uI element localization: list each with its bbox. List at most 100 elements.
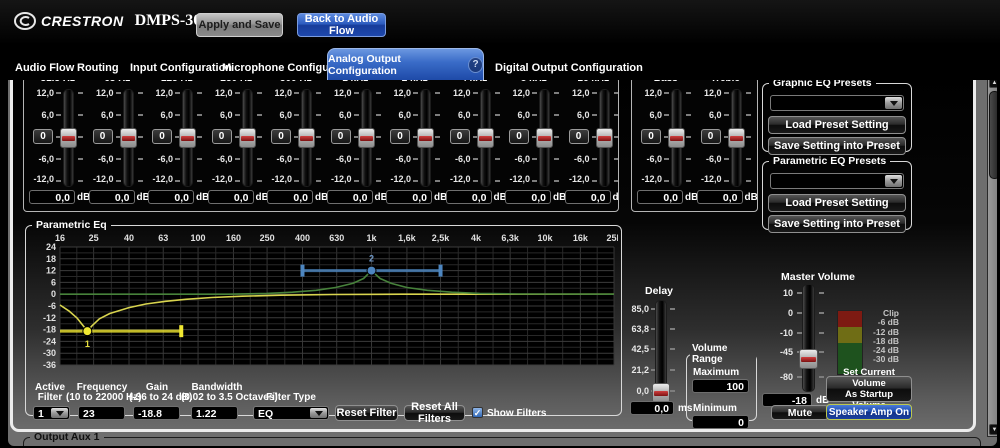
minimum-input[interactable]: 0: [692, 415, 749, 429]
eq-value-box[interactable]: 0,0: [148, 190, 194, 204]
eq-slider-thumb[interactable]: [357, 128, 375, 148]
eq-zero-button[interactable]: 0: [33, 129, 53, 144]
delay-slider-track[interactable]: [652, 301, 670, 403]
eq-slider-thumb[interactable]: [476, 128, 494, 148]
scrollbar-thumb[interactable]: [989, 91, 997, 179]
bandwidth-input[interactable]: 1.22: [191, 406, 238, 420]
parametric-eq-preset-dropdown[interactable]: [770, 173, 904, 189]
delay-tick-label: 0,0: [636, 386, 649, 396]
dropdown-arrow-icon[interactable]: [51, 408, 68, 418]
eq-zero-button[interactable]: 0: [390, 129, 410, 144]
tab-routing[interactable]: Routing: [77, 62, 119, 74]
tone-slider-thumb[interactable]: [727, 128, 745, 148]
tab-audio-flow[interactable]: Audio Flow: [15, 62, 74, 74]
eq-value-box[interactable]: 0,0: [564, 190, 611, 204]
tick-marks: [56, 92, 61, 94]
dropdown-arrow-icon[interactable]: [885, 175, 902, 187]
eq-slider-track[interactable]: [179, 90, 196, 186]
eq-value-box[interactable]: 0,0: [505, 190, 551, 204]
scrollbar-down-icon[interactable]: ▼: [989, 424, 997, 435]
parametric-eq-chart[interactable]: 16 25 40 63 100 160 250 400 630 1k 1,6k 2,5k 4k 6,3k 1…: [30, 231, 623, 373]
eq-band-frequency-label: 31.5 Hz: [28, 80, 88, 84]
vertical-scrollbar[interactable]: ▲ ▼: [987, 80, 997, 437]
tick-marks: [591, 92, 597, 94]
save-setting-into-preset-button[interactable]: Save Setting into Preset: [768, 137, 906, 155]
eq-zero-button[interactable]: 0: [271, 129, 291, 144]
eq-zero-button[interactable]: 0: [211, 129, 232, 144]
save-setting-into-preset-button[interactable]: Save Setting into Preset: [768, 215, 906, 233]
scale-plus6-label: 6,0: [100, 110, 114, 120]
eq-zero-button[interactable]: 0: [700, 129, 721, 144]
load-preset-setting-button[interactable]: Load Preset Setting: [768, 116, 906, 134]
show-filters-checkbox[interactable]: ✓: [472, 407, 483, 418]
eq-value-box[interactable]: 0,0: [326, 190, 373, 204]
eq-zero-button[interactable]: 0: [509, 129, 529, 144]
eq-slider-track[interactable]: [119, 90, 137, 186]
set-startup-volume-button[interactable]: Set Current Volume As Startup Volume: [826, 367, 912, 411]
master-volume-slider-thumb[interactable]: [799, 349, 818, 369]
eq-zero-button[interactable]: 0: [449, 129, 470, 144]
reset-filter-button[interactable]: Reset Filter: [335, 405, 398, 421]
eq-slider-thumb[interactable]: [298, 128, 315, 148]
tone-slider-thumb[interactable]: [668, 128, 685, 148]
tab-input-configuration[interactable]: Input Configuration: [130, 62, 232, 74]
tab-digital-output-configuration[interactable]: Digital Output Configuration: [495, 62, 643, 74]
eq-value-box[interactable]: 0,0: [207, 190, 254, 204]
active-filter-dropdown[interactable]: 1: [33, 406, 70, 420]
eq-slider-thumb[interactable]: [536, 128, 553, 148]
eq-zero-button[interactable]: 0: [568, 129, 589, 144]
help-icon[interactable]: ?: [468, 56, 483, 73]
back-to-audio-flow-button[interactable]: Back to Audio Flow: [297, 13, 386, 37]
eq-value-box[interactable]: 0,0: [267, 190, 313, 204]
eq-band-frequency-label: 1 kHz: [326, 80, 386, 84]
eq-slider-thumb[interactable]: [595, 128, 613, 148]
eq-value-box[interactable]: 0,0: [386, 190, 432, 204]
mute-button[interactable]: Mute: [771, 405, 829, 420]
dropdown-arrow-icon[interactable]: [885, 97, 902, 109]
eq-zero-button[interactable]: 0: [330, 129, 351, 144]
eq-value-box[interactable]: 0,0: [29, 190, 75, 204]
tone-value-box[interactable]: 0,0: [637, 190, 683, 204]
reset-all-filters-button[interactable]: Reset All Filters: [404, 401, 465, 425]
eq-band: 2 kHz 12,0 6,0 0 -6,0 -12,0: [385, 80, 447, 211]
eq-slider-thumb[interactable]: [179, 128, 196, 148]
apply-and-save-button[interactable]: Apply and Save: [196, 13, 283, 37]
eq-zero-button[interactable]: 0: [92, 129, 113, 144]
master-volume-slider-track[interactable]: [799, 285, 818, 391]
eq-band-frequency-label: 4 kHz: [445, 80, 505, 84]
tone-value-box[interactable]: 0,0: [696, 190, 743, 204]
eq-slider-thumb[interactable]: [238, 128, 256, 148]
eq-slider-track[interactable]: [476, 90, 494, 186]
eq-zero-button[interactable]: 0: [152, 129, 172, 144]
tone-slider-track[interactable]: [668, 90, 685, 186]
eq-value-box[interactable]: 0,0: [88, 190, 135, 204]
filter-type-dropdown[interactable]: EQ: [253, 406, 329, 420]
tone-slider-track[interactable]: [727, 90, 745, 186]
delay-slider-thumb[interactable]: [652, 383, 670, 403]
eq-slider-track[interactable]: [357, 90, 375, 186]
scale-minus12-label: -12,0: [390, 174, 411, 184]
eq-slider-thumb[interactable]: [119, 128, 137, 148]
eq-slider-thumb[interactable]: [417, 128, 434, 148]
eq-zero-button[interactable]: 0: [641, 129, 661, 144]
delay-value-box[interactable]: 0,0: [630, 401, 674, 415]
eq-slider-track[interactable]: [595, 90, 613, 186]
scrollbar-up-icon[interactable]: ▲: [989, 80, 997, 88]
eq-slider-thumb[interactable]: [60, 128, 77, 148]
tab-analog-output-configuration[interactable]: Analog Output Configuration ?: [327, 48, 484, 80]
eq-value-box[interactable]: 0,0: [445, 190, 492, 204]
maximum-input[interactable]: 100: [692, 379, 749, 393]
output-program-group: 31.5 Hz 12,0 6,0 0 -6,0 -12,0: [10, 80, 997, 446]
eq-slider-track[interactable]: [60, 90, 77, 186]
eq-slider-track[interactable]: [298, 90, 315, 186]
gain-input[interactable]: -18.8: [133, 406, 180, 420]
eq-slider-track[interactable]: [238, 90, 256, 186]
dropdown-arrow-icon[interactable]: [310, 408, 327, 418]
frequency-input[interactable]: 23: [78, 406, 125, 420]
graphic-eq-preset-dropdown[interactable]: [770, 95, 904, 111]
speaker-amp-on-button[interactable]: Speaker Amp On: [826, 404, 912, 420]
scale-minus12-label: -12,0: [330, 174, 352, 184]
eq-slider-track[interactable]: [536, 90, 553, 186]
load-preset-setting-button[interactable]: Load Preset Setting: [768, 194, 906, 212]
eq-slider-track[interactable]: [417, 90, 434, 186]
